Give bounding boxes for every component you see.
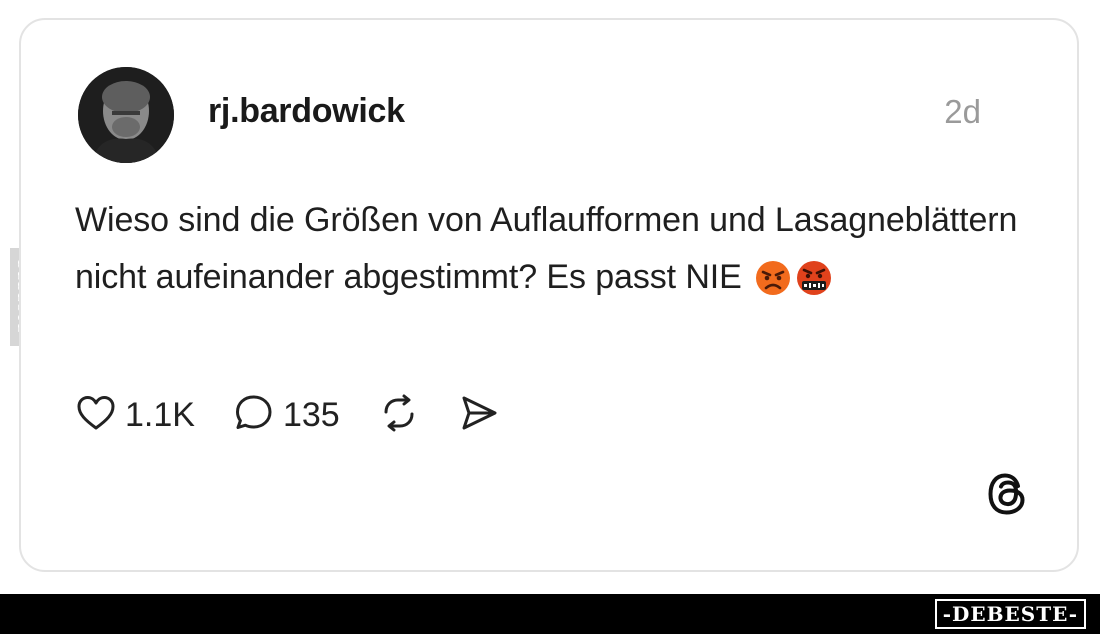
reply-count: 135 (282, 395, 340, 434)
threads-logo-icon (985, 469, 1031, 524)
brand-watermark: -DEBESTE- (934, 599, 1086, 629)
pouting-face-emoji (754, 258, 792, 315)
like-count: 1.1K (125, 395, 195, 434)
heart-icon (75, 392, 117, 439)
face-with-symbols-emoji (795, 258, 833, 315)
like-button[interactable]: 1.1K (75, 392, 195, 439)
post-actions: 1.1K 135 (75, 390, 538, 440)
post-text: Wieso sind die Größen von Auflaufformen … (75, 192, 1025, 315)
bottom-bar: -DEBESTE- (0, 594, 1100, 634)
comment-icon (233, 392, 275, 439)
post-body: Wieso sind die Größen von Auflaufformen … (75, 201, 1018, 296)
reply-button[interactable]: 135 (233, 392, 340, 439)
share-button[interactable] (458, 392, 500, 439)
repost-icon (378, 392, 420, 439)
avatar[interactable] (78, 67, 174, 163)
username[interactable]: rj.bardowick (208, 92, 405, 131)
send-icon (458, 392, 500, 439)
post-timestamp: 2d (944, 93, 981, 130)
post-card: rj.bardowick 2d Wieso sind die Größen vo… (19, 18, 1079, 572)
repost-button[interactable] (378, 392, 420, 439)
